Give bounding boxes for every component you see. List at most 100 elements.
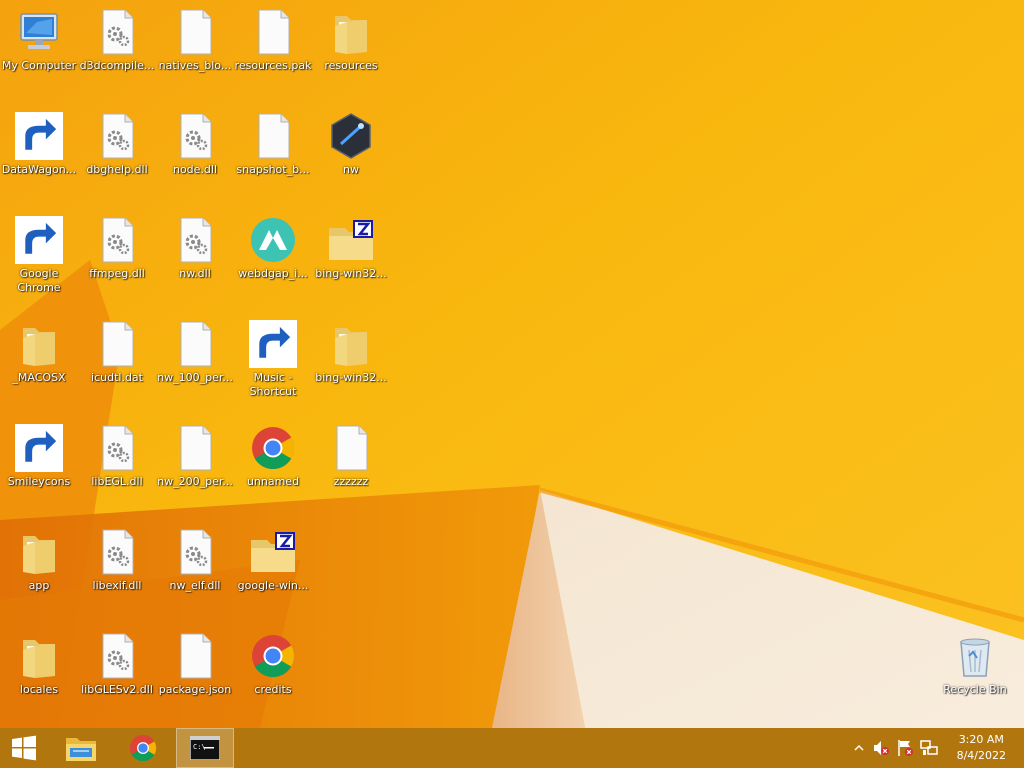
desktop-icon-nw-200-percent[interactable]: nw_200_per... <box>156 418 234 518</box>
network-button[interactable] <box>920 738 938 758</box>
desktop-icon-label: bing-win32... <box>315 267 387 280</box>
desktop-icon-nw-elf[interactable]: nw_elf.dll <box>156 522 234 622</box>
taskbar-file-explorer-button[interactable] <box>58 728 104 768</box>
desktop-icon-libexif[interactable]: libexif.dll <box>78 522 156 622</box>
desktop-icon-recycle-bin[interactable]: Recycle Bin <box>936 626 1014 726</box>
desktop-icon-label: resources <box>324 59 378 72</box>
desktop-icon-unnamed[interactable]: unnamed <box>234 418 312 518</box>
desktop-icon-label: Recycle Bin <box>943 683 1007 696</box>
chrome-icon <box>252 635 295 678</box>
desktop-icon-label: nw <box>343 163 359 176</box>
network-icon <box>920 740 938 755</box>
desktop-icon-smileycons[interactable]: Smileycons <box>0 418 78 518</box>
dll-file-icon <box>102 113 134 159</box>
taskbar-command-prompt-button[interactable]: C:\ <box>176 728 234 768</box>
desktop-icon-bing-win32-zip[interactable]: bing-win32... <box>312 210 390 310</box>
desktop-icon-package-json[interactable]: package.json <box>156 626 234 726</box>
desktop-icon-label: d3dcompile... <box>79 59 155 72</box>
dll-file-icon <box>102 425 134 471</box>
desktop-icon-label: Music - Shortcut <box>249 371 297 398</box>
desktop-icon-dbghelp[interactable]: dbghelp.dll <box>78 106 156 206</box>
blank-file-icon <box>258 9 290 55</box>
desktop-icon-label: nw_elf.dll <box>169 579 221 592</box>
desktop-icon-label: ffmpeg.dll <box>89 267 145 280</box>
action-center-button[interactable] <box>896 738 914 758</box>
desktop-icon-zzzzzz[interactable]: zzzzzz <box>312 418 390 518</box>
zip-archive-icon <box>329 220 373 260</box>
blank-file-icon <box>180 321 212 367</box>
blank-file-icon <box>258 113 290 159</box>
desktop-icon-label: resources.pak <box>234 59 312 72</box>
desktop-icon-nw[interactable]: nw <box>312 106 390 206</box>
blank-file-icon <box>336 425 368 471</box>
chrome-icon <box>129 734 157 762</box>
desktop-icon-label: bing-win32... <box>315 371 387 384</box>
recycle-bin-icon <box>960 638 990 677</box>
desktop-icon-label: nw_200_per... <box>157 475 233 488</box>
dll-file-icon <box>102 217 134 263</box>
shortcut-arrow-icon <box>15 424 63 472</box>
desktop-icon-libglesv2[interactable]: libGLESv2.dll <box>78 626 156 726</box>
desktop-icon-webdgap[interactable]: webdgap_i... <box>234 210 312 310</box>
desktop-icon-natives-blob[interactable]: natives_blo... <box>156 2 234 102</box>
dll-file-icon <box>180 113 212 159</box>
clock-time: 3:20 AM <box>958 733 1004 746</box>
nwjs-icon <box>331 113 371 159</box>
desktop-icon-app[interactable]: app <box>0 522 78 622</box>
chrome-icon <box>252 427 295 470</box>
svg-text:C:\: C:\ <box>193 743 206 751</box>
desktop-icon-ffmpeg[interactable]: ffmpeg.dll <box>78 210 156 310</box>
desktop-icon-google-chrome[interactable]: Google Chrome <box>0 210 78 310</box>
volume-button[interactable] <box>872 738 890 758</box>
dll-file-icon <box>102 9 134 55</box>
desktop-icon-nw-100-percent[interactable]: nw_100_per... <box>156 314 234 414</box>
shortcut-arrow-icon <box>249 320 297 368</box>
dll-file-icon <box>102 633 134 679</box>
desktop-icon-google-win-zip[interactable]: google-win... <box>234 522 312 622</box>
desktop-icon-label: node.dll <box>172 163 218 176</box>
desktop-icon-music-shortcut[interactable]: Music - Shortcut <box>234 314 312 414</box>
blank-file-icon <box>180 633 212 679</box>
desktop-icon-macosx[interactable]: _MACOSX <box>0 314 78 414</box>
desktop-icon-label: libGLESv2.dll <box>81 683 153 696</box>
desktop-icon-label: dbghelp.dll <box>86 163 148 176</box>
dll-file-icon <box>102 529 134 575</box>
blank-file-icon <box>180 425 212 471</box>
desktop-icon-my-computer[interactable]: My Computer <box>0 2 78 102</box>
clock-date: 8/4/2022 <box>956 749 1006 762</box>
desktop-icon-icudtl[interactable]: icudtl.dat <box>78 314 156 414</box>
start-button[interactable] <box>0 728 48 768</box>
volume-muted-icon <box>874 741 889 755</box>
desktop-icon-snapshot-blob[interactable]: snapshot_b... <box>234 106 312 206</box>
command-prompt-icon: C:\ <box>190 736 220 760</box>
desktop-icon-label: zzzzzz <box>333 475 369 488</box>
zip-archive-icon <box>251 532 295 572</box>
folder-icon <box>335 328 367 366</box>
desktop-icon-libegl[interactable]: libEGL.dll <box>78 418 156 518</box>
desktop-icon-label: natives_blo... <box>158 59 232 72</box>
desktop-icon-node-dll[interactable]: node.dll <box>156 106 234 206</box>
desktop-icon-datawagon[interactable]: DataWagon... <box>0 106 78 206</box>
blank-file-icon <box>102 321 134 367</box>
shortcut-arrow-icon <box>15 112 63 160</box>
taskbar-clock[interactable]: 3:20 AM 8/4/2022 <box>957 732 1006 764</box>
show-hidden-icons-button[interactable] <box>850 738 868 758</box>
desktop-icon-resources-pak[interactable]: resources.pak <box>234 2 312 102</box>
desktop-icon-label: package.json <box>158 683 232 696</box>
folder-icon <box>23 640 55 678</box>
desktop-icon-label: Smileycons <box>7 475 71 488</box>
blank-file-icon <box>180 9 212 55</box>
desktop-icon-credits[interactable]: credits <box>234 626 312 726</box>
desktop-icon-d3dcompiler[interactable]: d3dcompile... <box>78 2 156 102</box>
desktop-icon-locales[interactable]: locales <box>0 626 78 726</box>
file-explorer-icon <box>66 738 96 761</box>
desktop-icon-nw-dll[interactable]: nw.dll <box>156 210 234 310</box>
desktop-icon-label: Google Chrome <box>17 267 61 294</box>
desktop-icon-label: locales <box>19 683 59 696</box>
desktop-icon-label: _MACOSX <box>12 371 66 384</box>
taskbar-chrome-button[interactable] <box>120 728 166 768</box>
desktop-icon-resources-folder[interactable]: resources <box>312 2 390 102</box>
desktop-icon-label: snapshot_b... <box>236 163 310 176</box>
desktop-icon-label: nw.dll <box>179 267 211 280</box>
desktop-icon-bing-win32-folder[interactable]: bing-win32... <box>312 314 390 414</box>
